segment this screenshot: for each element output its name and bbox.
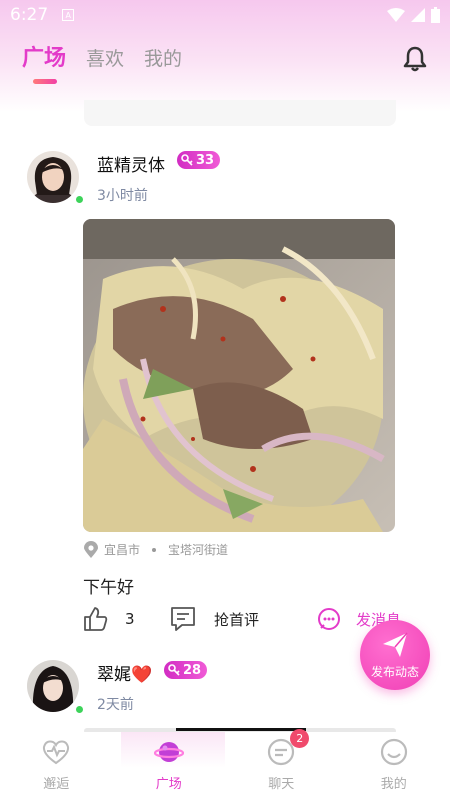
username[interactable]: 蓝精灵体: [97, 151, 165, 176]
location-street: 宝塔河街道: [168, 543, 229, 557]
bell-icon[interactable]: [401, 45, 429, 73]
status-icons: [387, 7, 440, 23]
level-badge: 33: [177, 151, 221, 169]
battery-icon: [431, 7, 440, 23]
post-location: 宜昌市 宝塔河街道: [84, 541, 228, 558]
tab-label: 我的: [380, 777, 407, 792]
like-count: 3: [125, 610, 135, 628]
post-caption: 下午好: [83, 578, 134, 598]
key-icon: [168, 664, 180, 676]
avatar[interactable]: [27, 151, 79, 203]
signal-icon: [411, 8, 425, 22]
top-tabs: 广场 喜欢 我的: [22, 40, 182, 72]
separator-dot: [152, 547, 157, 552]
thumbs-up-icon: [84, 607, 108, 631]
comment-label: 抢首评: [214, 610, 260, 629]
profile-icon: [380, 738, 407, 766]
location-pin-icon: [84, 541, 98, 558]
location-city: 宜昌市: [104, 543, 141, 557]
planet-icon: [153, 742, 184, 762]
tab-profile[interactable]: 我的: [338, 732, 450, 801]
tab-chat[interactable]: 2 聊天: [225, 729, 338, 801]
status-time: 6:27: [10, 5, 49, 25]
notification-icon: A: [62, 9, 75, 21]
heartbeat-icon: [43, 740, 70, 765]
tab-square-bottom[interactable]: 广场: [113, 732, 226, 801]
tab-mine[interactable]: 我的: [144, 44, 182, 71]
previous-post-card: [84, 100, 396, 126]
tab-label: 邂逅: [43, 777, 70, 792]
status-bar: 6:27 A: [0, 0, 450, 30]
publish-post-button[interactable]: 发布动态: [360, 620, 430, 690]
tab-label: 聊天: [268, 777, 295, 792]
post-time: 3小时前: [97, 188, 148, 204]
tab-square[interactable]: 广场: [22, 40, 66, 72]
post-actions: 3 抢首评 发消息: [83, 606, 403, 636]
bottom-tab-bar: 邂逅 广场 2 聊天 我的: [0, 729, 450, 801]
online-indicator: [74, 194, 85, 205]
publish-label: 发布动态: [370, 664, 419, 679]
send-icon: [383, 632, 408, 657]
level-badge: 28: [164, 661, 208, 679]
key-icon: [181, 154, 193, 166]
avatar[interactable]: [27, 660, 79, 712]
next-post-preview-edge: [176, 728, 306, 731]
tab-likes[interactable]: 喜欢: [86, 44, 124, 71]
post-time: 2天前: [97, 697, 134, 713]
comment-icon: [171, 607, 195, 631]
message-icon: [318, 608, 340, 630]
level-value: 28: [183, 662, 202, 678]
comment-button[interactable]: 抢首评: [170, 606, 259, 632]
tab-encounter[interactable]: 邂逅: [0, 732, 113, 801]
level-value: 33: [196, 152, 215, 168]
unread-badge: 2: [290, 729, 310, 748]
post-photo[interactable]: [83, 219, 395, 532]
like-button[interactable]: 3: [83, 606, 135, 632]
tab-label: 广场: [155, 777, 182, 792]
wifi-icon: [387, 8, 405, 22]
active-tab-indicator: [33, 79, 57, 84]
username[interactable]: 翠娓❤️: [97, 660, 152, 685]
online-indicator: [74, 704, 85, 715]
